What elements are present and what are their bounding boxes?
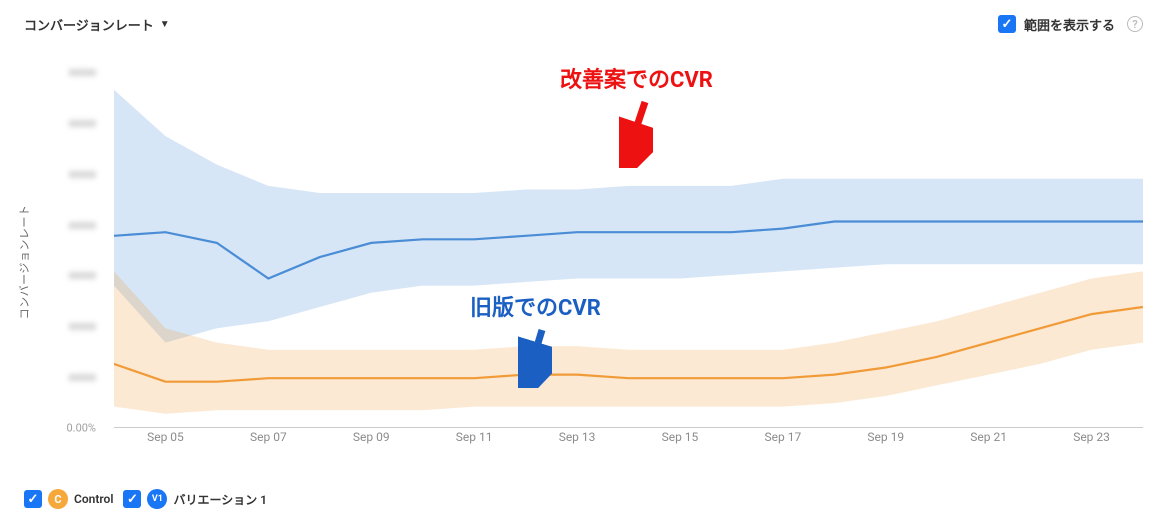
- x-tick: Sep 21: [970, 430, 1007, 444]
- x-axis-ticks: Sep 05 Sep 07 Sep 09 Sep 11 Sep 13 Sep 15 Sep …: [114, 430, 1143, 452]
- y-tick: xxxxx: [69, 371, 96, 384]
- legend-control-label: Control: [74, 492, 113, 506]
- chart: コンバージョンレート xxxxxxxxxxxxxxxxxxxxxxxxxxxxx…: [24, 72, 1143, 452]
- y-tick: xxxxx: [69, 116, 96, 129]
- x-tick: Sep 09: [353, 430, 390, 444]
- y-tick: 0.00%: [66, 422, 96, 435]
- chart-svg: [114, 72, 1143, 428]
- help-icon[interactable]: ?: [1127, 16, 1143, 32]
- y-tick: xxxxx: [69, 320, 96, 333]
- y-tick: xxxxx: [69, 66, 96, 79]
- chevron-down-icon: ▼: [160, 19, 170, 30]
- y-tick: xxxxx: [69, 218, 96, 231]
- legend-variation-label: バリエーション 1: [173, 491, 267, 508]
- y-tick: xxxxx: [69, 269, 96, 282]
- top-bar: コンバージョンレート ▼ ✓ 範囲を表示する ?: [0, 0, 1167, 40]
- show-range-toggle: ✓ 範囲を表示する ?: [998, 15, 1143, 34]
- show-range-checkbox[interactable]: ✓: [998, 15, 1016, 33]
- x-tick: Sep 05: [147, 430, 184, 444]
- plot-area: [114, 72, 1143, 428]
- y-axis-ticks: xxxxxxxxxxxxxxxxxxxxxxxxxxxxxxxxxxx0.00%: [24, 72, 104, 428]
- legend-variation[interactable]: ✓ V1 バリエーション 1: [123, 489, 267, 509]
- show-range-label: 範囲を表示する: [1024, 15, 1115, 34]
- legend: ✓ C Control ✓ V1 バリエーション 1: [24, 489, 267, 509]
- legend-variation-checkbox[interactable]: ✓: [123, 490, 141, 508]
- metric-dropdown[interactable]: コンバージョンレート ▼: [24, 15, 170, 34]
- metric-dropdown-label: コンバージョンレート: [24, 15, 154, 34]
- y-tick: xxxxx: [69, 167, 96, 180]
- legend-control-checkbox[interactable]: ✓: [24, 490, 42, 508]
- x-tick: Sep 11: [456, 430, 493, 444]
- variation-badge: V1: [147, 489, 167, 509]
- control-badge: C: [48, 489, 68, 509]
- legend-control[interactable]: ✓ C Control: [24, 489, 113, 509]
- x-tick: Sep 15: [662, 430, 699, 444]
- x-tick: Sep 17: [764, 430, 801, 444]
- x-tick: Sep 19: [867, 430, 904, 444]
- x-tick: Sep 07: [250, 430, 287, 444]
- x-tick: Sep 13: [559, 430, 596, 444]
- x-tick: Sep 23: [1073, 430, 1110, 444]
